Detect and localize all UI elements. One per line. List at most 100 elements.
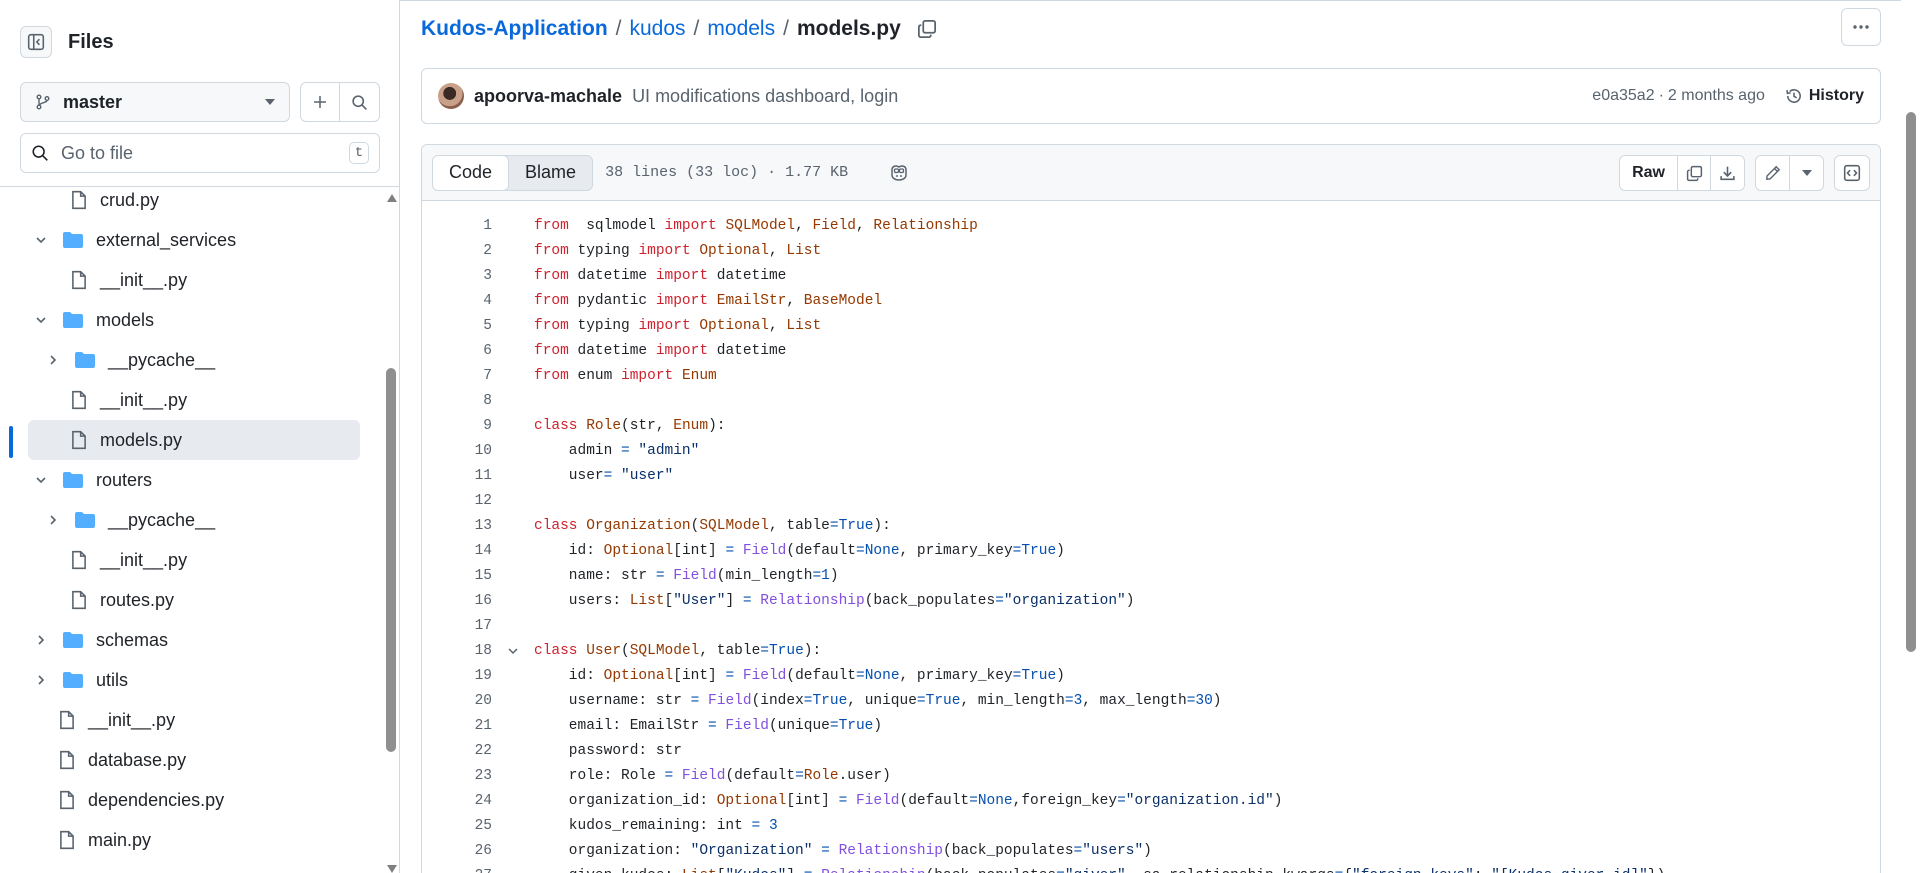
line-number[interactable]: 4: [422, 293, 492, 309]
code-line[interactable]: 13 class Organization(SQLModel, table=Tru…: [422, 513, 1880, 538]
code-line[interactable]: 8: [422, 388, 1880, 413]
commit-author-link[interactable]: apoorva-machale: [474, 86, 622, 107]
code-line[interactable]: 24 organization_id: Optional[int] = Fiel…: [422, 788, 1880, 813]
avatar[interactable]: [438, 83, 464, 109]
code-line[interactable]: 19 id: Optional[int] = Field(default=Non…: [422, 663, 1880, 688]
line-number[interactable]: 18: [422, 643, 492, 659]
commit-message-link[interactable]: UI modifications dashboard, login: [632, 86, 1592, 107]
line-number[interactable]: 14: [422, 543, 492, 559]
code-line[interactable]: 6 from datetime import datetime: [422, 338, 1880, 363]
code-line[interactable]: 5 from typing import Optional, List: [422, 313, 1880, 338]
tree-file[interactable]: models.py: [0, 420, 380, 460]
code-line[interactable]: 7 from enum import Enum: [422, 363, 1880, 388]
code-line[interactable]: 18 class User(SQLModel, table=True):: [422, 638, 1880, 663]
code-line[interactable]: 4 from pydantic import EmailStr, BaseMode…: [422, 288, 1880, 313]
tab-blame[interactable]: Blame: [509, 156, 592, 190]
line-number[interactable]: 26: [422, 843, 492, 859]
line-number[interactable]: 5: [422, 318, 492, 334]
line-number[interactable]: 21: [422, 718, 492, 734]
breadcrumb-models-link[interactable]: models: [707, 17, 775, 41]
code-line[interactable]: 15 name: str = Field(min_length=1): [422, 563, 1880, 588]
code-line[interactable]: 1 from sqlmodel import SQLModel, Field, R…: [422, 213, 1880, 238]
line-number[interactable]: 2: [422, 243, 492, 259]
symbols-panel-button[interactable]: [1834, 155, 1870, 191]
code-line[interactable]: 14 id: Optional[int] = Field(default=Non…: [422, 538, 1880, 563]
fold-chevron-icon[interactable]: [492, 645, 534, 657]
tree-folder[interactable]: utils: [0, 660, 380, 700]
code-lines[interactable]: 1 from sqlmodel import SQLModel, Field, R…: [422, 201, 1880, 873]
history-button[interactable]: History: [1785, 87, 1864, 105]
code-line[interactable]: 26 organization: "Organization" = Relati…: [422, 838, 1880, 863]
download-button[interactable]: [1711, 156, 1744, 190]
code-line[interactable]: 17: [422, 613, 1880, 638]
breadcrumb-kudos-link[interactable]: kudos: [630, 17, 686, 41]
edit-button[interactable]: [1756, 156, 1790, 190]
line-number[interactable]: 19: [422, 668, 492, 684]
tree-file[interactable]: __init__.py: [0, 380, 380, 420]
chevron-right-icon[interactable]: [46, 354, 60, 366]
code-line[interactable]: 25 kudos_remaining: int = 3: [422, 813, 1880, 838]
code-line[interactable]: 23 role: Role = Field(default=Role.user): [422, 763, 1880, 788]
collapse-sidebar-button[interactable]: [20, 26, 52, 58]
tree-file[interactable]: __init__.py: [0, 540, 380, 580]
copilot-button[interactable]: [888, 163, 910, 183]
line-number[interactable]: 13: [422, 518, 492, 534]
tree-file[interactable]: routes.py: [0, 580, 380, 620]
code-line[interactable]: 11 user= "user": [422, 463, 1880, 488]
line-number[interactable]: 7: [422, 368, 492, 384]
line-number[interactable]: 12: [422, 493, 492, 509]
chevron-right-icon[interactable]: [34, 674, 48, 686]
sidebar-scrollbar[interactable]: [385, 186, 399, 873]
go-to-file-input[interactable]: Go to file t: [20, 133, 380, 173]
scroll-down-arrow[interactable]: [387, 865, 397, 873]
line-number[interactable]: 20: [422, 693, 492, 709]
line-number[interactable]: 8: [422, 393, 492, 409]
line-number[interactable]: 9: [422, 418, 492, 434]
code-line[interactable]: 20 username: str = Field(index=True, uni…: [422, 688, 1880, 713]
breadcrumb-repo-link[interactable]: Kudos-Application: [421, 17, 608, 41]
search-button[interactable]: [340, 83, 379, 121]
code-line[interactable]: 22 password: str: [422, 738, 1880, 763]
chevron-right-icon[interactable]: [46, 514, 60, 526]
tree-folder[interactable]: schemas: [0, 620, 380, 660]
tree-file[interactable]: main.py: [0, 820, 380, 860]
line-number[interactable]: 17: [422, 618, 492, 634]
tree-folder[interactable]: routers: [0, 460, 380, 500]
chevron-down-icon[interactable]: [34, 234, 48, 246]
tab-code[interactable]: Code: [433, 155, 510, 190]
code-line[interactable]: 10 admin = "admin": [422, 438, 1880, 463]
tree-folder[interactable]: __pycache__: [0, 340, 380, 380]
tree-file[interactable]: crud.py: [0, 186, 380, 220]
page-scrollbar[interactable]: [1901, 0, 1920, 873]
line-number[interactable]: 24: [422, 793, 492, 809]
line-number[interactable]: 6: [422, 343, 492, 359]
scroll-up-arrow[interactable]: [387, 194, 397, 202]
tree-folder[interactable]: models: [0, 300, 380, 340]
line-number[interactable]: 22: [422, 743, 492, 759]
code-line[interactable]: 21 email: EmailStr = Field(unique=True): [422, 713, 1880, 738]
line-number[interactable]: 1: [422, 218, 492, 234]
line-number[interactable]: 25: [422, 818, 492, 834]
line-number[interactable]: 3: [422, 268, 492, 284]
code-line[interactable]: 2 from typing import Optional, List: [422, 238, 1880, 263]
add-file-button[interactable]: [301, 83, 341, 121]
tree-file[interactable]: __init__.py: [0, 260, 380, 300]
line-number[interactable]: 10: [422, 443, 492, 459]
page-scrollbar-thumb[interactable]: [1906, 112, 1916, 652]
commit-hash-link[interactable]: e0a35a2: [1592, 87, 1654, 105]
chevron-right-icon[interactable]: [34, 634, 48, 646]
tree-folder[interactable]: external_services: [0, 220, 380, 260]
line-number[interactable]: 11: [422, 468, 492, 484]
line-number[interactable]: 15: [422, 568, 492, 584]
code-line[interactable]: 9 class Role(str, Enum):: [422, 413, 1880, 438]
code-line[interactable]: 3 from datetime import datetime: [422, 263, 1880, 288]
line-number[interactable]: 16: [422, 593, 492, 609]
branch-selector[interactable]: master: [20, 82, 290, 122]
line-number[interactable]: 23: [422, 768, 492, 784]
tree-file[interactable]: dependencies.py: [0, 780, 380, 820]
code-line[interactable]: 16 users: List["User"] = Relationship(ba…: [422, 588, 1880, 613]
tree-folder[interactable]: __pycache__: [0, 500, 380, 540]
chevron-down-icon[interactable]: [34, 314, 48, 326]
scrollbar-thumb[interactable]: [386, 368, 396, 752]
copy-raw-button[interactable]: [1678, 156, 1711, 190]
